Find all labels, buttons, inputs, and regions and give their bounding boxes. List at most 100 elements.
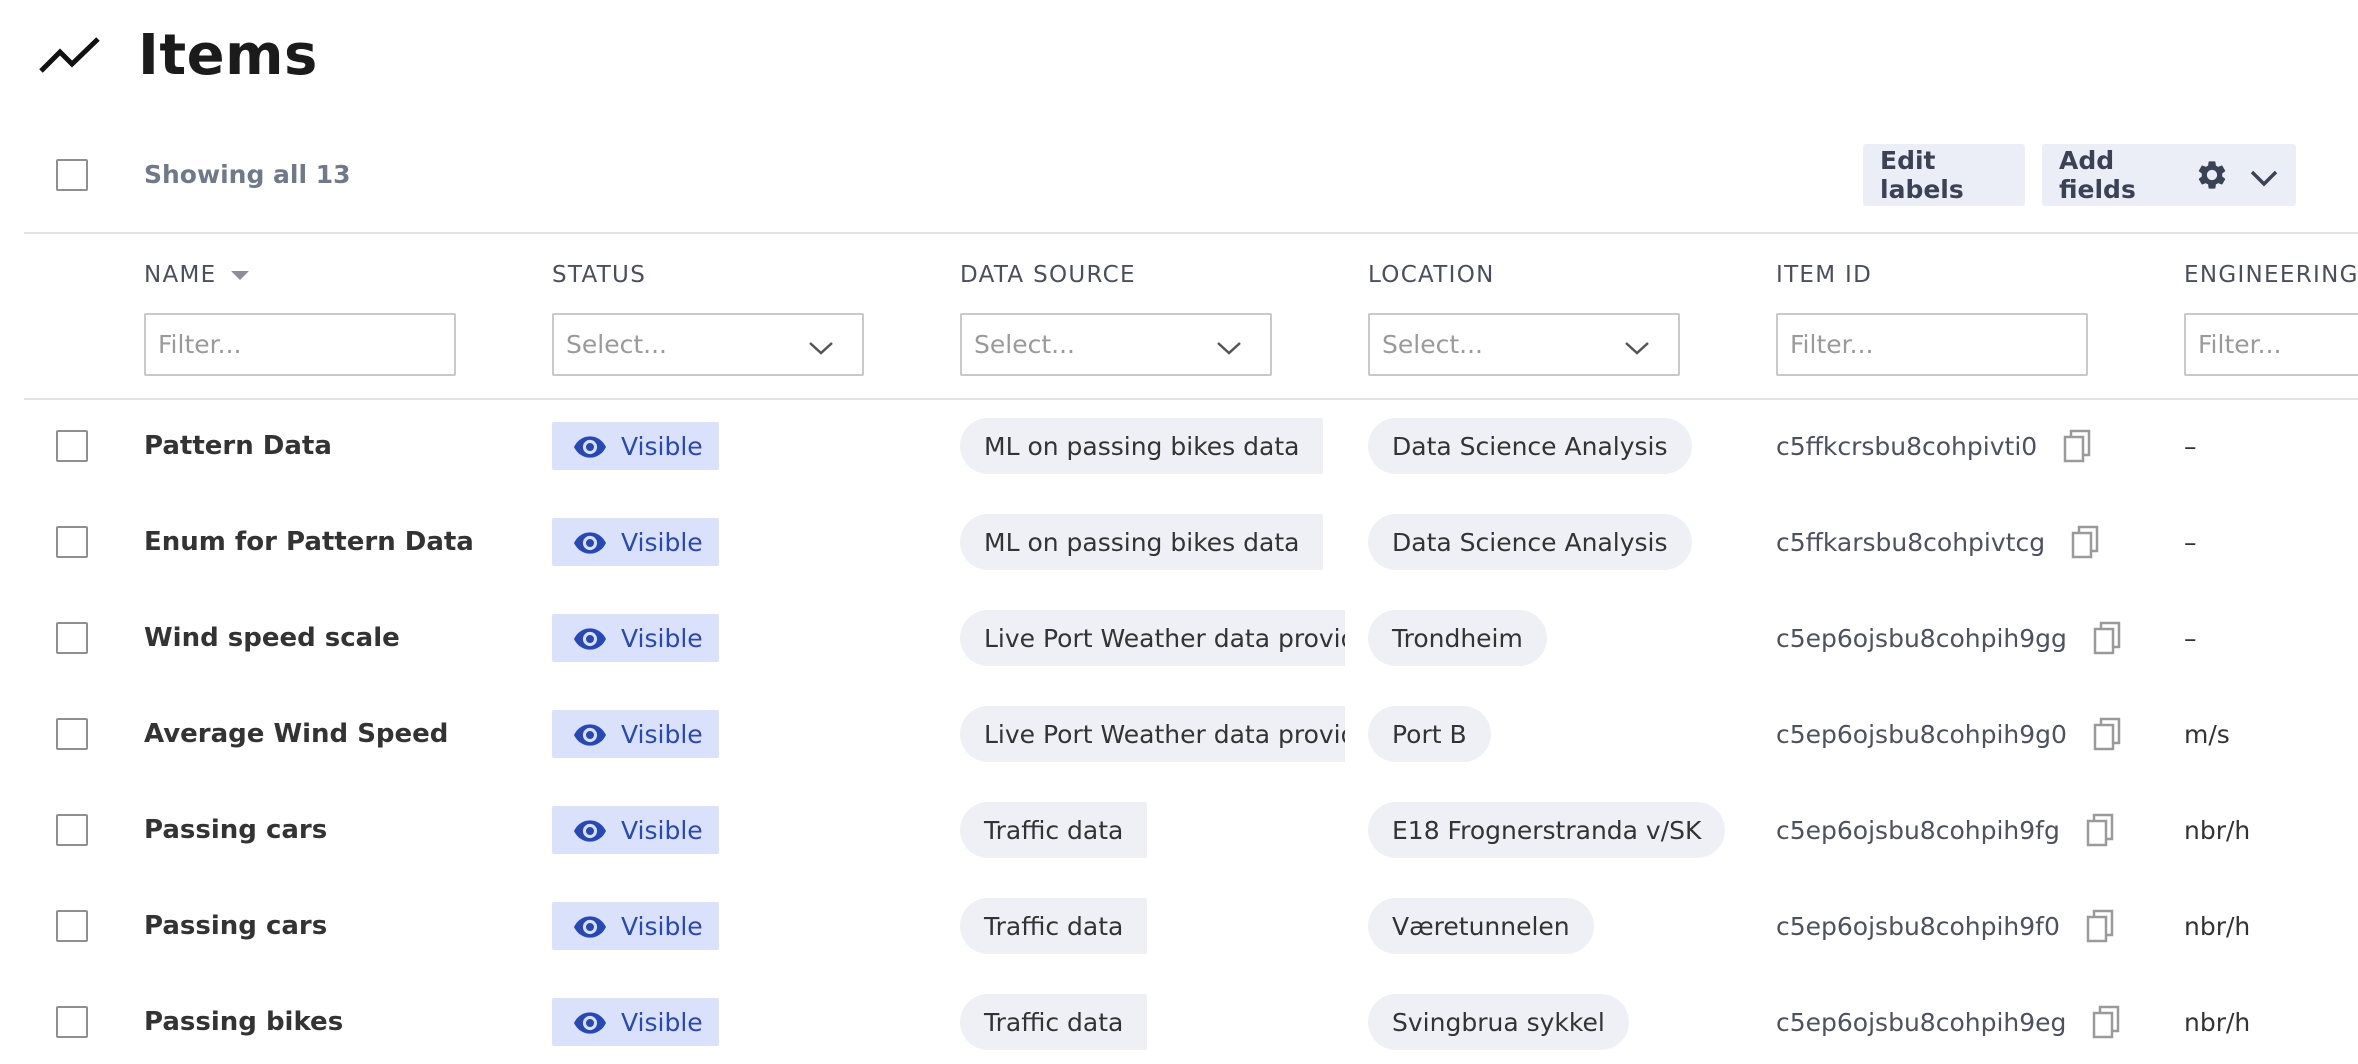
add-fields-label: Add fields xyxy=(2059,146,2136,204)
status-cell: Visible xyxy=(552,686,719,782)
eye-icon xyxy=(574,1011,606,1034)
item-id-cell: c5ffkcrsbu8cohpivti0 xyxy=(1776,398,2091,494)
column-header-engineering-unit[interactable]: ENGINEERING U xyxy=(2184,262,2358,288)
location-chip[interactable]: Port B xyxy=(1368,706,1491,762)
row-checkbox[interactable] xyxy=(56,910,88,942)
column-label: NAME xyxy=(144,262,217,288)
copy-icon[interactable] xyxy=(2092,1005,2120,1039)
column-label: LOCATION xyxy=(1368,262,1495,288)
location-chip[interactable]: E18 Frognerstranda v/SK xyxy=(1368,802,1726,858)
status-select[interactable]: Select... xyxy=(552,313,864,376)
item-name[interactable]: Passing cars xyxy=(144,878,327,974)
location-select-placeholder: Select... xyxy=(1382,330,1483,359)
row-checkbox[interactable] xyxy=(56,622,88,654)
table-row[interactable]: Pattern Data Visible ML on passing bikes d… xyxy=(0,398,2358,494)
data-source-chip[interactable]: Traffic data xyxy=(960,802,1148,858)
engineering-unit-cell: – xyxy=(2184,623,2197,653)
row-checkbox[interactable] xyxy=(56,718,88,750)
item-name[interactable]: Enum for Pattern Data xyxy=(144,494,474,590)
status-cell: Visible xyxy=(552,782,719,878)
item-id-filter-input[interactable] xyxy=(1776,313,2088,376)
data-source-chip[interactable]: ML on passing bikes data xyxy=(960,514,1324,570)
status-label: Visible xyxy=(621,1007,703,1037)
status-cell: Visible xyxy=(552,398,719,494)
data-source-label: Traffic data xyxy=(984,911,1124,941)
table-row[interactable]: Passing cars Visible Traffic data Væretunne… xyxy=(0,878,2358,974)
sort-desc-icon[interactable] xyxy=(230,271,249,280)
column-header-location[interactable]: LOCATION xyxy=(1368,262,1495,288)
location-chip[interactable]: Data Science Analysis xyxy=(1368,514,1692,570)
page-header: Items xyxy=(38,22,318,88)
table-row[interactable]: Passing cars Visible Traffic data E18 Frogn… xyxy=(0,782,2358,878)
eye-icon xyxy=(574,723,606,746)
status-cell: Visible xyxy=(552,590,719,686)
location-chip[interactable]: Data Science Analysis xyxy=(1368,418,1692,474)
add-fields-button[interactable]: Add fields xyxy=(2042,144,2296,206)
copy-icon[interactable] xyxy=(2086,909,2114,943)
location-cell: Port B xyxy=(1368,686,1491,782)
item-name[interactable]: Pattern Data xyxy=(144,398,332,494)
column-header-item-id[interactable]: ITEM ID xyxy=(1776,262,1872,288)
data-source-chip[interactable]: Live Port Weather data provide xyxy=(960,706,1345,762)
item-id-cell: c5ep6ojsbu8cohpih9g0 xyxy=(1776,686,2121,782)
location-label: Væretunnelen xyxy=(1392,911,1570,941)
data-source-select-placeholder: Select... xyxy=(974,330,1075,359)
item-name[interactable]: Average Wind Speed xyxy=(144,686,448,782)
item-name[interactable]: Wind speed scale xyxy=(144,590,400,686)
data-source-label: Live Port Weather data provide xyxy=(984,623,1345,653)
chevron-down-icon xyxy=(1622,335,1652,355)
status-badge: Visible xyxy=(552,998,719,1046)
status-label: Visible xyxy=(621,719,703,749)
item-name[interactable]: Passing cars xyxy=(144,782,327,878)
copy-icon[interactable] xyxy=(2093,717,2121,751)
table-row[interactable]: Enum for Pattern Data Visible ML on passin… xyxy=(0,494,2358,590)
table-row[interactable]: Wind speed scale Visible Live Port Weather… xyxy=(0,590,2358,686)
column-label: ENGINEERING U xyxy=(2184,262,2358,288)
copy-icon[interactable] xyxy=(2071,525,2099,559)
data-source-chip[interactable]: Live Port Weather data provide xyxy=(960,610,1345,666)
row-checkbox[interactable] xyxy=(56,1006,88,1038)
column-header-name[interactable]: NAME xyxy=(144,262,249,288)
item-id-text: c5ep6ojsbu8cohpih9g0 xyxy=(1776,719,2067,749)
toolbar: Showing all 13 Edit labels Add fields xyxy=(0,144,2358,206)
location-cell: Trondheim xyxy=(1368,590,1547,686)
column-header-data-source[interactable]: DATA SOURCE xyxy=(960,262,1136,288)
copy-icon[interactable] xyxy=(2063,429,2091,463)
table-row[interactable]: Average Wind Speed Visible Live Port Weath… xyxy=(0,686,2358,782)
engineering-unit-filter-input[interactable] xyxy=(2184,313,2358,376)
column-header-status[interactable]: STATUS xyxy=(552,262,646,288)
location-chip[interactable]: Trondheim xyxy=(1368,610,1547,666)
item-id-text: c5ffkcrsbu8cohpivti0 xyxy=(1776,431,2038,461)
table-row[interactable]: Passing bikes Visible Traffic data Svingbru… xyxy=(0,974,2358,1064)
status-badge: Visible xyxy=(552,422,719,470)
item-name[interactable]: Passing bikes xyxy=(144,974,343,1064)
row-checkbox[interactable] xyxy=(56,814,88,846)
copy-icon[interactable] xyxy=(2093,621,2121,655)
status-label: Visible xyxy=(621,431,703,461)
row-checkbox[interactable] xyxy=(56,526,88,558)
toolbar-divider xyxy=(24,232,2358,234)
data-source-chip[interactable]: ML on passing bikes data xyxy=(960,418,1324,474)
edit-labels-button[interactable]: Edit labels xyxy=(1863,144,2025,206)
row-checkbox[interactable] xyxy=(56,430,88,462)
data-source-chip[interactable]: Traffic data xyxy=(960,898,1148,954)
item-id-cell: c5ep6ojsbu8cohpih9fg xyxy=(1776,782,2114,878)
select-all-checkbox[interactable] xyxy=(56,159,88,191)
data-source-select[interactable]: Select... xyxy=(960,313,1272,376)
data-source-cell: Traffic data xyxy=(960,974,1148,1064)
result-count: Showing all 13 xyxy=(144,160,351,189)
location-chip[interactable]: Væretunnelen xyxy=(1368,898,1594,954)
eye-icon xyxy=(574,915,606,938)
status-badge: Visible xyxy=(552,806,719,854)
trend-line-icon xyxy=(38,33,106,77)
item-id-text: c5ffkarsbu8cohpivtcg xyxy=(1776,527,2046,557)
location-chip[interactable]: Svingbrua sykkel xyxy=(1368,994,1629,1050)
data-source-cell: Live Port Weather data provide xyxy=(960,590,1345,686)
name-filter-input[interactable] xyxy=(144,313,456,376)
page-title: Items xyxy=(138,22,318,88)
data-source-chip[interactable]: Traffic data xyxy=(960,994,1148,1050)
location-select[interactable]: Select... xyxy=(1368,313,1680,376)
copy-icon[interactable] xyxy=(2086,813,2114,847)
chevron-down-icon xyxy=(806,335,836,355)
data-source-cell: ML on passing bikes data xyxy=(960,398,1324,494)
